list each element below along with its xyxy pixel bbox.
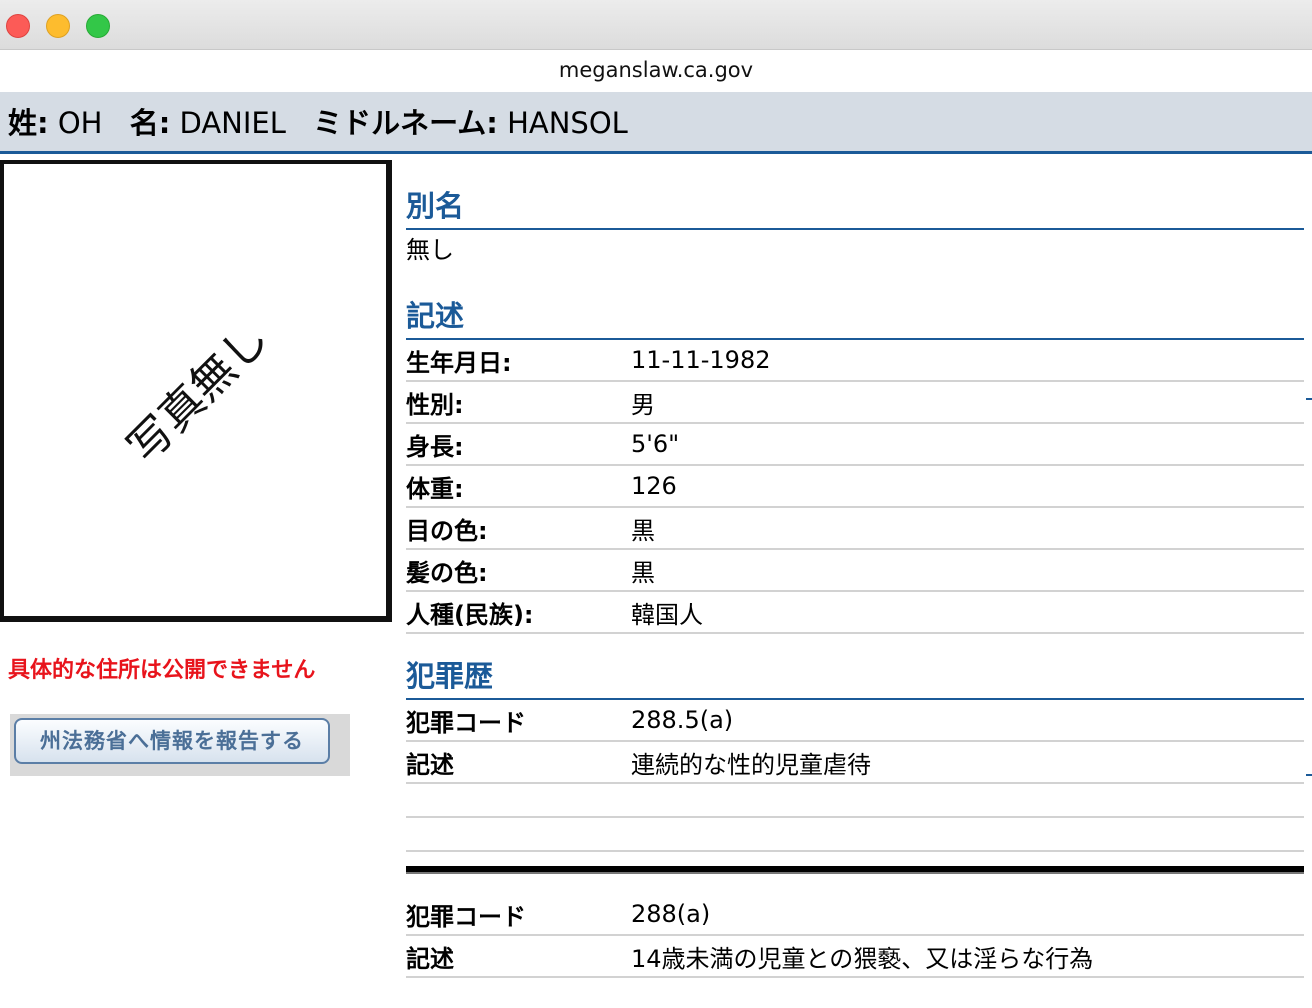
- birthdate-value: 11-11-1982: [631, 346, 771, 374]
- url-text: meganslaw.ca.gov: [558, 58, 754, 82]
- description-row: 目の色: 黒: [406, 508, 1304, 550]
- url-bar[interactable]: meganslaw.ca.gov: [0, 50, 1312, 92]
- eye-color-value: 黒: [631, 516, 655, 545]
- offense-description-value: 連続的な性的児童虐待: [631, 750, 871, 779]
- close-window-icon[interactable]: [6, 14, 30, 38]
- ethnicity-label: 人種(民族):: [406, 600, 534, 629]
- address-notice: 具体的な住所は公開できません: [8, 658, 316, 683]
- last-name-value: OH: [57, 106, 103, 140]
- offense-separator: [406, 866, 1304, 874]
- description-row: 体重: 126: [406, 466, 1304, 508]
- offense-description-row: 記述 14歳未満の児童との猥褻、又は淫らな行為: [406, 936, 1304, 978]
- offense-code-value: 288.5(a): [631, 706, 734, 734]
- offenses-title: 犯罪歴: [406, 658, 1304, 700]
- description-row: 髪の色: 黒: [406, 550, 1304, 592]
- birthdate-label: 生年月日:: [406, 348, 512, 377]
- hair-color-label: 髪の色:: [406, 558, 488, 587]
- aliases-value: 無し: [406, 236, 454, 264]
- weight-value: 126: [631, 472, 677, 500]
- report-info-button[interactable]: 州法務省へ情報を報告する: [14, 718, 330, 764]
- maximize-window-icon[interactable]: [86, 14, 110, 38]
- description-title: 記述: [406, 298, 1304, 340]
- offense-code-label: 犯罪コード: [406, 708, 526, 737]
- middle-name-value: HANSOL: [507, 106, 628, 140]
- offense-description-row: 記述 連続的な性的児童虐待: [406, 742, 1304, 784]
- minimize-window-icon[interactable]: [46, 14, 70, 38]
- eye-color-label: 目の色:: [406, 516, 488, 545]
- offense-code-row: 犯罪コード 288.5(a): [406, 700, 1304, 742]
- height-label: 身長:: [406, 432, 464, 461]
- description-row: 生年月日: 11-11-1982: [406, 340, 1304, 382]
- description-row: 人種(民族): 韓国人: [406, 592, 1304, 634]
- name-header: 姓: OH 名: DANIEL ミドルネーム: HANSOL: [0, 92, 1312, 154]
- blank-row: [406, 784, 1304, 818]
- sex-label: 性別:: [406, 390, 464, 419]
- no-photo-placeholder: 写真無し: [117, 312, 279, 474]
- offense-description-value: 14歳未満の児童との猥褻、又は淫らな行為: [631, 944, 1094, 973]
- window-titlebar: [0, 0, 1312, 50]
- height-value: 5'6": [631, 430, 680, 458]
- sex-value: 男: [631, 390, 655, 419]
- aliases-title: 別名: [406, 188, 1304, 230]
- report-button-frame: 州法務省へ情報を報告する: [10, 714, 350, 776]
- offense-description-label: 記述: [406, 750, 454, 779]
- first-name-label: 名:: [129, 106, 171, 140]
- offense-code-label: 犯罪コード: [406, 902, 526, 931]
- edge-mark: [1306, 398, 1312, 400]
- weight-label: 体重:: [406, 474, 464, 503]
- hair-color-value: 黒: [631, 558, 655, 587]
- last-name-label: 姓:: [8, 106, 49, 140]
- edge-mark: [1306, 774, 1312, 776]
- first-name-value: DANIEL: [179, 106, 286, 140]
- description-row: 性別: 男: [406, 382, 1304, 424]
- middle-name-label: ミドルネーム:: [313, 106, 498, 140]
- ethnicity-value: 韓国人: [631, 600, 703, 629]
- offender-photo: 写真無し: [0, 160, 392, 622]
- blank-row: [406, 818, 1304, 852]
- description-row: 身長: 5'6": [406, 424, 1304, 466]
- details-panel: 別名 無し 記述 生年月日: 11-11-1982 性別: 男 身長: 5'6"…: [406, 160, 1304, 978]
- offense-description-label: 記述: [406, 944, 454, 973]
- offense-code-value: 288(a): [631, 900, 711, 928]
- offense-code-row: 犯罪コード 288(a): [406, 894, 1304, 936]
